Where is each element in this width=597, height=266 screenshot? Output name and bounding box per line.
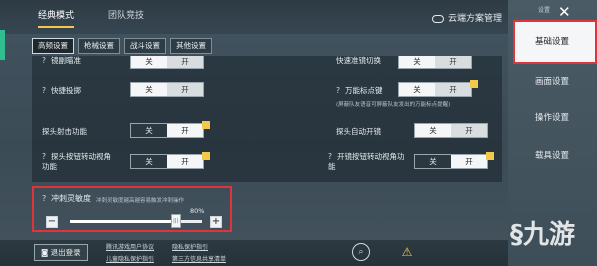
sprint-sensitivity-group: ? 冲刺灵敏度 冲刺灵敏度越高越容易触发冲刺操作 80% − ||| + bbox=[32, 186, 232, 232]
selected-mark bbox=[470, 80, 478, 88]
toggle-on[interactable]: 开 bbox=[167, 83, 203, 96]
subtab-frequent[interactable]: 高频设置 bbox=[32, 38, 74, 54]
link-privacy-guide[interactable]: 隐私保护指引 bbox=[172, 242, 208, 251]
tab-team-deathmatch[interactable]: 团队竞技 bbox=[108, 8, 144, 28]
setting-label: ? 镜副瞄准 bbox=[42, 56, 81, 65]
link-third-party-list[interactable]: 第三方信息共享清单 bbox=[172, 254, 226, 263]
setting-label: ? 开镜按钮转动视角功能 bbox=[328, 152, 405, 171]
left-accent-bar bbox=[0, 30, 5, 60]
mode-bar: 经典模式 团队竞技 云端方案管理 bbox=[0, 0, 508, 34]
setting-label: ? 探头按钮转动视角功能 bbox=[42, 152, 111, 171]
subtab-weapon[interactable]: 枪械设置 bbox=[78, 38, 120, 54]
warning-icon[interactable]: ⚠ bbox=[398, 243, 416, 261]
sprint-slider-fill bbox=[70, 220, 176, 223]
toggle-off[interactable]: 关 bbox=[399, 56, 435, 68]
setting-label: ? 万能标点键 bbox=[336, 86, 383, 95]
s-logo-icon: § bbox=[510, 220, 523, 250]
chat-icon: ◙ bbox=[41, 248, 51, 257]
toggle-quick-scope-switch[interactable]: 关开 bbox=[398, 56, 472, 69]
sprint-sensitivity-label: ? 冲刺灵敏度 bbox=[42, 194, 91, 203]
cloud-icon bbox=[431, 14, 444, 23]
close-icon[interactable]: ✕ bbox=[558, 3, 571, 21]
tab-classic-mode[interactable]: 经典模式 bbox=[38, 8, 75, 28]
toggle-on[interactable]: 开 bbox=[167, 124, 203, 137]
link-child-privacy[interactable]: 儿童隐私保护指引 bbox=[106, 254, 154, 263]
sprint-sensitivity-hint: 冲刺灵敏度越高越容易触发冲刺操作 bbox=[96, 198, 185, 204]
universal-mark-hint: (屏蔽队友语音可屏蔽队友发出的万能标点提醒) bbox=[336, 102, 451, 108]
toggle-universal-mark[interactable]: 关开 bbox=[398, 80, 478, 97]
selected-mark bbox=[202, 152, 210, 160]
subtab-combat[interactable]: 战斗设置 bbox=[124, 38, 166, 54]
toggle-on[interactable]: 开 bbox=[435, 83, 471, 96]
sprint-sensitivity-value: 80% bbox=[190, 207, 205, 215]
toggle-on[interactable]: 开 bbox=[167, 155, 203, 168]
setting-label: 探头射击功能 bbox=[42, 127, 87, 136]
sidebar-title: 设置 bbox=[538, 7, 551, 14]
toggle-on[interactable]: 开 bbox=[167, 56, 203, 68]
setting-label: 快速准镜切换 bbox=[336, 56, 381, 65]
toggle-off[interactable]: 关 bbox=[131, 56, 167, 68]
toggle-quick-throw[interactable]: 关开 bbox=[130, 82, 204, 97]
link-user-agreement[interactable]: 腾讯游戏用户协议 bbox=[106, 242, 154, 251]
toggle-peek-rotate-view[interactable]: 关开 bbox=[130, 152, 210, 169]
sidebar-item-basic[interactable]: 基础设置 bbox=[524, 34, 580, 50]
selected-mark bbox=[486, 152, 494, 160]
toggle-off[interactable]: 关 bbox=[131, 83, 167, 96]
toggle-peek-fire[interactable]: 关开 bbox=[130, 121, 210, 138]
footer-bar: ◙ 退出登录 腾讯游戏用户协议 隐私保护指引 儿童隐私保护指引 第三方信息共享清… bbox=[0, 240, 508, 266]
subtab-other[interactable]: 其他设置 bbox=[170, 38, 212, 54]
toggle-scope[interactable]: 关开 bbox=[130, 56, 204, 69]
settings-panel: 经典模式 团队竞技 云端方案管理 高频设置 枪械设置 战斗设置 其他设置 ? 镜副… bbox=[0, 0, 508, 266]
settings-list[interactable]: ? 镜副瞄准 关开 快速准镜切换 关开 ? 快捷投掷 关开 ? 万能标点键 关开 (屏… bbox=[32, 56, 502, 182]
sidebar-item-vehicle[interactable]: 载具设置 bbox=[524, 148, 580, 164]
toggle-on[interactable]: 开 bbox=[451, 155, 487, 168]
toggle-scope-rotate-view[interactable]: 关开 bbox=[414, 152, 494, 169]
increase-button[interactable]: + bbox=[210, 216, 222, 228]
watermark-logo: §九游 bbox=[510, 220, 576, 250]
setting-label: 探头自动开镜 bbox=[336, 127, 381, 136]
sprint-slider-track[interactable] bbox=[70, 220, 202, 223]
sidebar-item-controls[interactable]: 操作设置 bbox=[524, 110, 580, 126]
sidebar-item-graphics[interactable]: 画面设置 bbox=[524, 74, 580, 90]
logout-label: 退出登录 bbox=[50, 248, 81, 257]
sprint-slider-handle[interactable]: ||| bbox=[170, 214, 181, 228]
toggle-off[interactable]: 关 bbox=[131, 155, 167, 168]
search-icon[interactable]: ⌕ bbox=[352, 243, 370, 261]
cloud-scheme-button[interactable]: 云端方案管理 bbox=[431, 11, 502, 24]
toggle-off[interactable]: 关 bbox=[399, 83, 435, 96]
selected-mark bbox=[202, 121, 210, 129]
toggle-off[interactable]: 关 bbox=[131, 124, 167, 137]
toggle-off[interactable]: 关 bbox=[415, 155, 451, 168]
toggle-on[interactable]: 开 bbox=[451, 124, 487, 137]
toggle-off[interactable]: 关 bbox=[415, 124, 451, 137]
cloud-label: 云端方案管理 bbox=[447, 14, 502, 24]
toggle-peek-auto-scope[interactable]: 关开 bbox=[414, 123, 488, 138]
toggle-on[interactable]: 开 bbox=[435, 56, 471, 68]
setting-label: ? 快捷投掷 bbox=[42, 86, 81, 95]
logout-button[interactable]: ◙ 退出登录 bbox=[34, 244, 88, 261]
decrease-button[interactable]: − bbox=[46, 216, 58, 228]
settings-subtabs: 高频设置 枪械设置 战斗设置 其他设置 bbox=[32, 38, 216, 54]
